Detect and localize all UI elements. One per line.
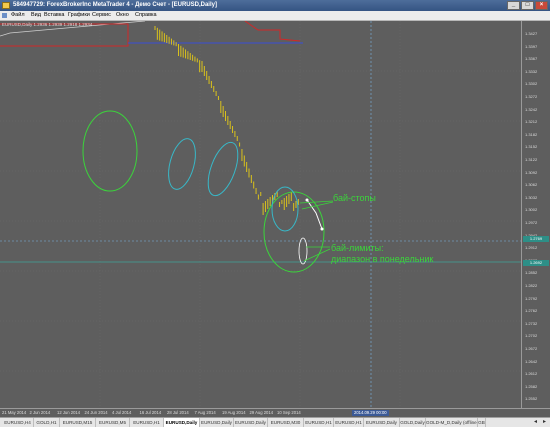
chart-tab[interactable]: GOLD-M_D,Daily (offline)	[426, 418, 478, 427]
date-tick-label: 2 Jun 2014	[29, 410, 51, 415]
menu-insert[interactable]: Вставка	[44, 12, 64, 18]
price-tick-label: 1.3002	[525, 207, 538, 213]
price-tick-label: 1.3242	[525, 106, 538, 112]
price-tick-label: 1.3182	[525, 131, 538, 137]
price-tick-label: 1.2552	[525, 396, 538, 402]
price-tick-label: 1.2672	[525, 346, 538, 351]
price-tick-label: 1.3092	[525, 169, 538, 175]
chart-tabs: EURUSD,H4 GOLD,H1 EURUSD,M15 EURUSD,M5 EURUS…	[0, 417, 550, 427]
price-tag-level: 1.2692	[523, 260, 549, 266]
date-tick-label: 12 Jun 2014	[57, 410, 81, 415]
price-tag-crosshair: 1.2769	[523, 236, 549, 242]
minimize-button[interactable]: _	[507, 1, 520, 10]
price-tick-label: 1.3152	[525, 144, 538, 150]
annotation-buy-limits: бай-лимиты:	[331, 243, 384, 253]
menu-tools[interactable]: Сервис	[92, 12, 111, 18]
price-tick-label: 1.3332	[525, 68, 538, 74]
menu-window[interactable]: Окно	[116, 12, 129, 18]
ellipse-cyan-2	[207, 141, 239, 197]
price-tick-label: 1.2702	[525, 333, 538, 339]
price-tick-label: 1.3272	[525, 94, 538, 99]
price-tick-label: 1.2732	[525, 320, 538, 326]
chart-tab[interactable]: EURUSD,Daily	[164, 418, 200, 427]
chart-canvas	[0, 21, 521, 408]
menu-charts[interactable]: Графики	[68, 12, 90, 18]
price-tick-label: 1.3397	[525, 43, 538, 49]
price-tick-label: 1.2852	[525, 270, 538, 276]
menu-file[interactable]: Файл	[11, 12, 25, 18]
chart-tab[interactable]: EURUSD,H1	[304, 418, 334, 427]
tabs-scroll-right-icon[interactable]: ▸	[540, 418, 549, 427]
date-highlight: 2014.09.29 00:00	[352, 410, 389, 416]
trend-line-red	[0, 23, 129, 47]
price-tick-label: 1.2612	[525, 371, 538, 377]
menu-view[interactable]: Вид	[31, 12, 41, 18]
price-tick-label: 1.3212	[525, 119, 538, 125]
chart-tab[interactable]: EURUSD,M5	[96, 418, 130, 427]
tabs-scroll-left-icon[interactable]: ◂	[531, 418, 540, 427]
date-tick-label: 7 Aug 2014	[194, 410, 216, 415]
chart-window-icon[interactable]	[2, 13, 7, 18]
ellipse-cyan-1	[168, 138, 196, 190]
level-line-red-right	[244, 21, 301, 42]
price-tick-label: 1.3302	[525, 81, 538, 87]
menu-bar: Файл Вид Вставка Графики Сервис Окно Спр…	[0, 11, 550, 21]
chart-tab[interactable]: EURUSD,M30	[268, 418, 304, 427]
candles	[154, 26, 299, 215]
date-tick-label: 29 Aug 2014	[249, 410, 274, 415]
price-axis[interactable]: 1.3427 1.3397 1.3367 1.3332 1.3302 1.3272 1.32…	[521, 21, 550, 408]
buy-stops-marker	[306, 199, 323, 230]
app-icon	[2, 2, 10, 9]
chart-tab[interactable]: EURUSD,Daily	[234, 418, 268, 427]
price-tick-label: 1.3032	[525, 194, 538, 200]
chart-tab[interactable]: EURUSD,Daily	[200, 418, 234, 427]
date-tick-label: 16 Jul 2014	[139, 410, 162, 415]
annotation-buy-stops: бай-стопы	[333, 193, 376, 203]
price-tick-label: 1.2912	[525, 245, 538, 251]
ellipse-green-left	[82, 110, 138, 192]
price-tick-label: 1.3062	[525, 182, 538, 188]
price-tick-label: 1.3367	[525, 56, 538, 62]
maximize-button[interactable]: □	[521, 1, 534, 10]
close-button[interactable]: ×	[535, 1, 548, 10]
price-tick-label: 1.2642	[525, 358, 538, 364]
date-tick-label: 24 Jun 2014	[84, 410, 108, 415]
symbol-info: EURUSD,Daily 1.2936 1.2939 1.2918 1.2934	[2, 22, 93, 27]
chart-tab[interactable]: EURUSD,M15	[60, 418, 96, 427]
chart-tab[interactable]: EURUSD,H1	[130, 418, 164, 427]
price-tick-label: 1.2822	[525, 283, 538, 288]
price-tick-label: 1.2582	[525, 383, 538, 389]
chart-tab[interactable]: GOLD,Daily	[400, 418, 426, 427]
price-tick-label: 1.2972	[525, 220, 538, 225]
window-titlebar: 584947729: ForexBrokerInc MetaTrader 4 -…	[0, 0, 550, 11]
date-tick-label: 28 Jul 2014	[167, 410, 189, 415]
menu-help[interactable]: Справка	[135, 12, 157, 18]
date-tick-label: 10 Sep 2014	[277, 410, 301, 415]
price-chart[interactable]: EURUSD,Daily 1.2936 1.2939 1.2918 1.2934…	[0, 21, 521, 408]
annotation-buy-limits-range: диапазон в понедельник	[331, 254, 434, 264]
chart-tab[interactable]: EURUSD,H4	[2, 418, 34, 427]
date-tick-label: 21 May 2014	[2, 410, 27, 415]
window-title: 584947729: ForexBrokerInc MetaTrader 4 -…	[13, 2, 217, 8]
price-tick-label: 1.2792	[525, 295, 538, 301]
time-axis[interactable]: 21 May 2014 2 Jun 2014 12 Jun 2014 24 Jun 2…	[0, 408, 550, 417]
chart-tab[interactable]: EURUSD,Daily	[364, 418, 400, 427]
chart-tab[interactable]: GB	[478, 418, 486, 427]
date-tick-label: 4 Jul 2014	[112, 410, 132, 415]
price-tick-label: 1.2762	[525, 308, 538, 314]
chart-tab[interactable]: EURUSD,H1	[334, 418, 364, 427]
date-tick-label: 19 Aug 2014	[222, 410, 246, 415]
price-tick-label: 1.3427	[525, 31, 538, 36]
chart-tab[interactable]: GOLD,H1	[34, 418, 60, 427]
price-tick-label: 1.3122	[525, 157, 538, 162]
